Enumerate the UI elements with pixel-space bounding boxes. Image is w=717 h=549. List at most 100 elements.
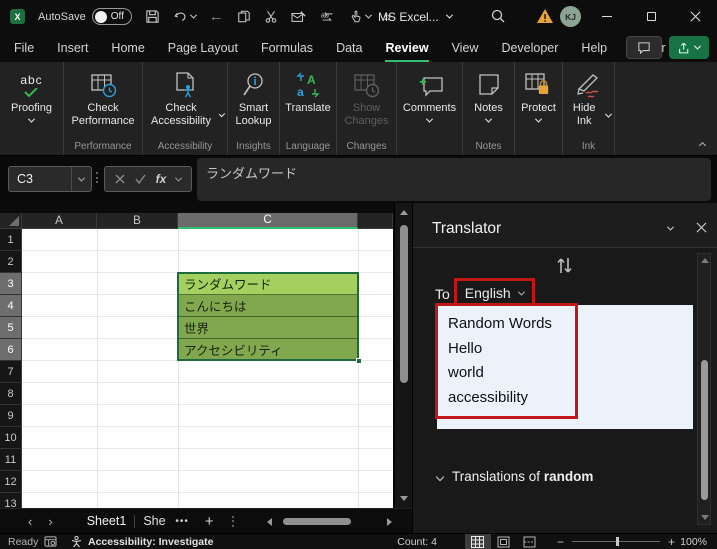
column-header-b[interactable]: B — [97, 213, 178, 229]
sheet-tab-sheet1[interactable]: Sheet1 — [87, 514, 127, 528]
normal-view-icon[interactable] — [465, 534, 491, 549]
row-header-6[interactable]: 6 — [0, 339, 22, 361]
column-header-a[interactable]: A — [22, 213, 97, 229]
row-header-8[interactable]: 8 — [0, 383, 22, 405]
protect-button[interactable]: Protect — [518, 69, 559, 125]
zoom-out-button[interactable]: − — [557, 535, 564, 549]
vertical-scroll-thumb[interactable] — [400, 225, 408, 383]
translate-quick-icon[interactable]: ab — [320, 9, 336, 24]
tab-home[interactable]: Home — [111, 33, 144, 62]
tab-page-layout[interactable]: Page Layout — [168, 33, 238, 62]
smart-lookup-button[interactable]: Smart Lookup — [228, 69, 279, 130]
tab-help[interactable]: Help — [581, 33, 607, 62]
notes-button[interactable]: Notes — [471, 69, 506, 125]
row-header-4[interactable]: 4 — [0, 295, 22, 317]
pane-close-icon[interactable] — [696, 222, 707, 233]
comments-button[interactable]: Comments — [400, 69, 459, 125]
scroll-down-icon[interactable] — [400, 496, 408, 501]
accessibility-person-icon[interactable] — [71, 536, 82, 548]
tab-data[interactable]: Data — [336, 33, 362, 62]
save-icon[interactable] — [145, 9, 160, 24]
column-header-c[interactable]: C — [178, 213, 358, 229]
row-header-2[interactable]: 2 — [0, 251, 22, 273]
sheet-prev-icon[interactable]: ‹ — [28, 514, 32, 529]
touch-mode-icon[interactable] — [349, 9, 371, 24]
tab-review[interactable]: Review — [385, 33, 428, 62]
check-accessibility-button[interactable]: Check Accessibility — [143, 69, 227, 130]
cancel-icon[interactable] — [115, 174, 125, 184]
close-button[interactable] — [673, 0, 717, 33]
name-box-chevron-icon[interactable] — [78, 174, 85, 181]
scroll-up-icon[interactable] — [400, 210, 408, 215]
pane-scroll-thumb[interactable] — [701, 360, 708, 500]
formula-input[interactable]: ランダムワード — [197, 158, 711, 201]
row-header-3[interactable]: 3 — [0, 273, 22, 295]
minimize-button[interactable] — [585, 0, 629, 33]
tab-insert[interactable]: Insert — [57, 33, 88, 62]
swap-languages-icon[interactable] — [556, 256, 574, 275]
page-break-view-icon[interactable] — [517, 534, 543, 549]
horizontal-scrollbar[interactable] — [278, 517, 378, 526]
hscroll-right-icon[interactable] — [387, 518, 392, 526]
maximize-button[interactable] — [629, 0, 673, 33]
cell-area[interactable] — [22, 229, 393, 508]
hide-ink-button[interactable]: Hide Ink — [563, 69, 614, 130]
window-title-menu[interactable]: MS Excel... — [378, 0, 452, 33]
tab-developer[interactable]: Developer — [501, 33, 558, 62]
vertical-scrollbar[interactable] — [394, 203, 412, 508]
sheet-next-icon[interactable]: › — [48, 514, 52, 529]
row-header-11[interactable]: 11 — [0, 449, 22, 471]
macro-record-icon[interactable] — [44, 536, 57, 547]
zoom-in-button[interactable]: + — [668, 535, 675, 549]
tab-view[interactable]: View — [452, 33, 479, 62]
pane-scrollbar[interactable] — [697, 253, 711, 525]
share-button[interactable] — [669, 36, 709, 59]
fill-handle[interactable] — [356, 358, 362, 364]
row-header-9[interactable]: 9 — [0, 405, 22, 427]
pane-scroll-up-icon[interactable] — [701, 258, 709, 263]
tab-file[interactable]: File — [14, 33, 34, 62]
row-header-1[interactable]: 1 — [0, 229, 22, 251]
zoom-slider[interactable] — [572, 541, 660, 542]
autosave-control[interactable]: AutoSave Off — [38, 8, 132, 25]
back-arrow-icon[interactable]: ← — [209, 8, 224, 25]
fx-chevron-icon[interactable] — [175, 174, 182, 181]
translations-expander[interactable]: Translations of random — [437, 469, 593, 484]
translation-result-box[interactable]: Random WordsHelloworldaccessibility — [437, 305, 693, 429]
hscroll-left-icon[interactable] — [267, 518, 272, 526]
translate-button[interactable]: Aa Translate — [282, 69, 333, 117]
check-performance-button[interactable]: Check Performance — [64, 69, 142, 130]
cell-c3[interactable]: ランダムワード — [179, 273, 358, 295]
proofing-button[interactable]: abc Proofing — [8, 69, 55, 125]
warning-icon[interactable] — [536, 8, 554, 24]
pane-scroll-down-icon[interactable] — [701, 515, 709, 520]
sheetbar-menu-icon[interactable] — [232, 516, 234, 527]
page-layout-view-icon[interactable] — [491, 534, 517, 549]
autosave-toggle[interactable]: Off — [92, 8, 132, 25]
zoom-level[interactable]: 100% — [675, 536, 717, 548]
undo-button[interactable] — [173, 10, 196, 24]
undo-chevron-icon[interactable] — [190, 12, 197, 19]
touch-mode-chevron-icon[interactable] — [365, 12, 372, 19]
horizontal-scroll-thumb[interactable] — [283, 518, 351, 525]
cut-icon[interactable] — [264, 9, 278, 24]
cell-c6[interactable]: アクセシビリティ — [179, 339, 358, 361]
row-header-12[interactable]: 12 — [0, 471, 22, 493]
column-header-d-partial[interactable] — [358, 213, 393, 229]
pane-collapse-chevron-icon[interactable] — [667, 224, 674, 231]
row-header-7[interactable]: 7 — [0, 361, 22, 383]
search-icon[interactable] — [490, 8, 506, 24]
name-box[interactable]: C3 — [8, 166, 92, 192]
formula-bar-grip[interactable] — [96, 172, 98, 183]
row-header-5[interactable]: 5 — [0, 317, 22, 339]
copy-icon[interactable] — [237, 9, 251, 24]
tab-formulas[interactable]: Formulas — [261, 33, 313, 62]
sheet-tab-partial[interactable]: She — [143, 514, 165, 528]
sheet-overflow-dots[interactable]: ••• — [175, 516, 189, 527]
enter-icon[interactable] — [135, 174, 146, 184]
add-sheet-button[interactable]: + — [205, 513, 214, 530]
insert-function-icon[interactable]: fx — [156, 172, 167, 186]
user-avatar[interactable]: KJ — [560, 6, 581, 27]
zoom-slider-thumb[interactable] — [616, 537, 619, 546]
cell-c5[interactable]: 世界 — [179, 317, 358, 339]
